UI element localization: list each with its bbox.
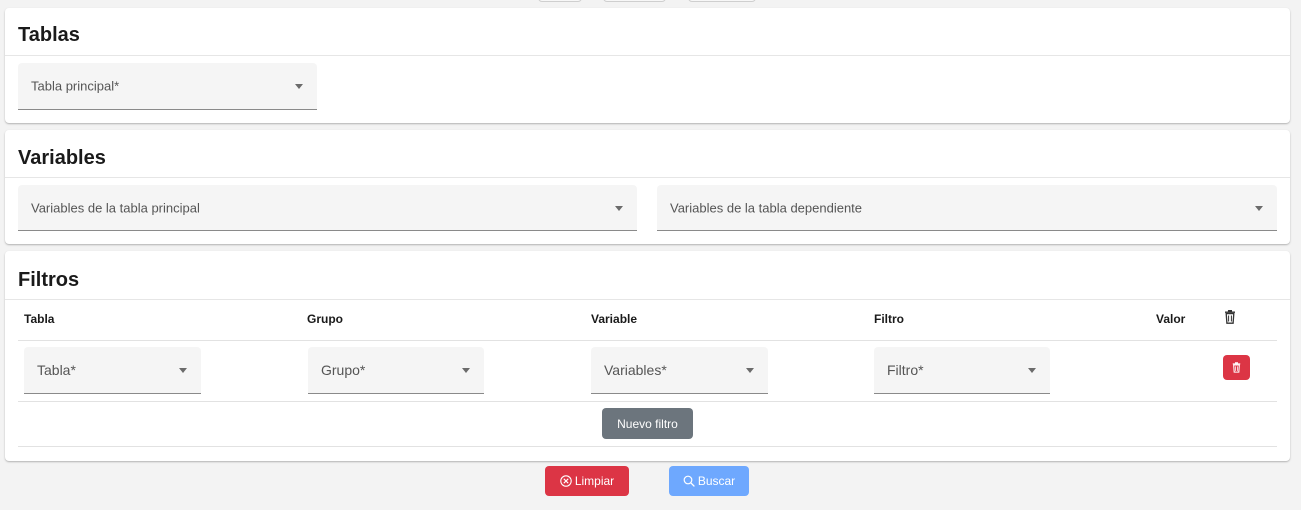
tabla-principal-select[interactable]: Tabla principal* (18, 63, 317, 110)
column-header-valor: Valor (1156, 312, 1186, 326)
table-row: Tabla* Grupo* Variables* Filtro* (5, 340, 1290, 401)
divider (5, 55, 1290, 56)
tabla-principal-label: Tabla principal* (31, 78, 120, 94)
buscar-label: Buscar (697, 474, 736, 488)
nuevo-filtro-button[interactable]: Nuevo filtro (602, 408, 693, 439)
filtros-card: Filtros Tabla Grupo Variable Filtro Valo… (5, 251, 1290, 461)
filtros-title: Filtros (18, 269, 80, 291)
divider (18, 401, 1277, 402)
trash-icon (1232, 362, 1241, 373)
variables-card: Variables Variables de la tabla principa… (5, 130, 1290, 244)
filtro-filtro-label: Filtro* (887, 362, 924, 378)
filtro-grupo-label: Grupo* (321, 362, 366, 378)
tablas-title: Tablas (18, 24, 80, 46)
filtro-variables-select[interactable]: Variables* (591, 347, 768, 394)
delete-filter-button[interactable] (1223, 355, 1250, 380)
column-header-filtro: Filtro (874, 312, 904, 326)
chevron-down-icon (746, 368, 754, 373)
tablas-card: Tablas Tabla principal* (5, 8, 1290, 123)
limpiar-button[interactable]: Limpiar (545, 466, 629, 496)
filtro-filtro-select[interactable]: Filtro* (874, 347, 1050, 394)
chevron-down-icon (462, 368, 470, 373)
filtro-variables-label: Variables* (604, 362, 667, 378)
filtros-table-header: Tabla Grupo Variable Filtro Valor (5, 299, 1290, 339)
cutoff-button[interactable] (603, 0, 666, 2)
chevron-down-icon (179, 368, 187, 373)
nuevo-filtro-label: Nuevo filtro (617, 416, 678, 431)
variables-principal-select[interactable]: Variables de la tabla principal (18, 185, 637, 231)
top-toolbar-cutoff (0, 0, 1301, 8)
chevron-down-icon (615, 205, 623, 211)
limpiar-label: Limpiar (574, 474, 615, 488)
divider (18, 446, 1277, 447)
filtro-grupo-select[interactable]: Grupo* (308, 347, 484, 394)
variables-title: Variables (18, 147, 106, 169)
divider (5, 177, 1290, 178)
variables-dependiente-select[interactable]: Variables de la tabla dependiente (657, 185, 1277, 231)
chevron-down-icon (1028, 368, 1036, 373)
cutoff-button[interactable] (538, 0, 582, 2)
trash-icon (1224, 310, 1236, 329)
filtro-tabla-label: Tabla* (37, 362, 76, 378)
chevron-down-icon (1255, 205, 1263, 211)
column-header-tabla: Tabla (24, 312, 55, 326)
filtro-tabla-select[interactable]: Tabla* (24, 347, 201, 394)
column-header-grupo: Grupo (307, 312, 343, 326)
variables-dependiente-label: Variables de la tabla dependiente (670, 200, 863, 215)
chevron-down-icon (295, 84, 303, 89)
variables-principal-label: Variables de la tabla principal (31, 200, 200, 215)
search-icon (683, 475, 695, 487)
cutoff-button[interactable] (688, 0, 756, 2)
x-circle-icon (560, 475, 572, 487)
column-header-variable: Variable (591, 312, 638, 326)
buscar-button[interactable]: Buscar (669, 466, 749, 496)
